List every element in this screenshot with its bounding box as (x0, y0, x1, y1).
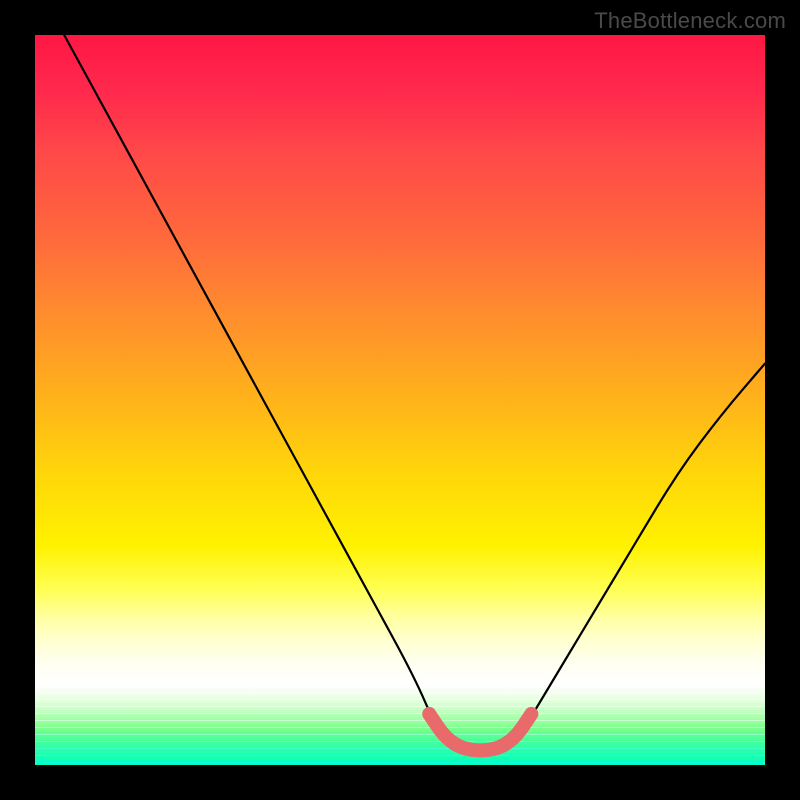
bottleneck-flat-highlight (429, 714, 531, 751)
bottleneck-curve (64, 35, 765, 750)
chart-svg (35, 35, 765, 765)
chart-frame: TheBottleneck.com (0, 0, 800, 800)
watermark-text: TheBottleneck.com (594, 8, 786, 34)
plot-area (35, 35, 765, 765)
